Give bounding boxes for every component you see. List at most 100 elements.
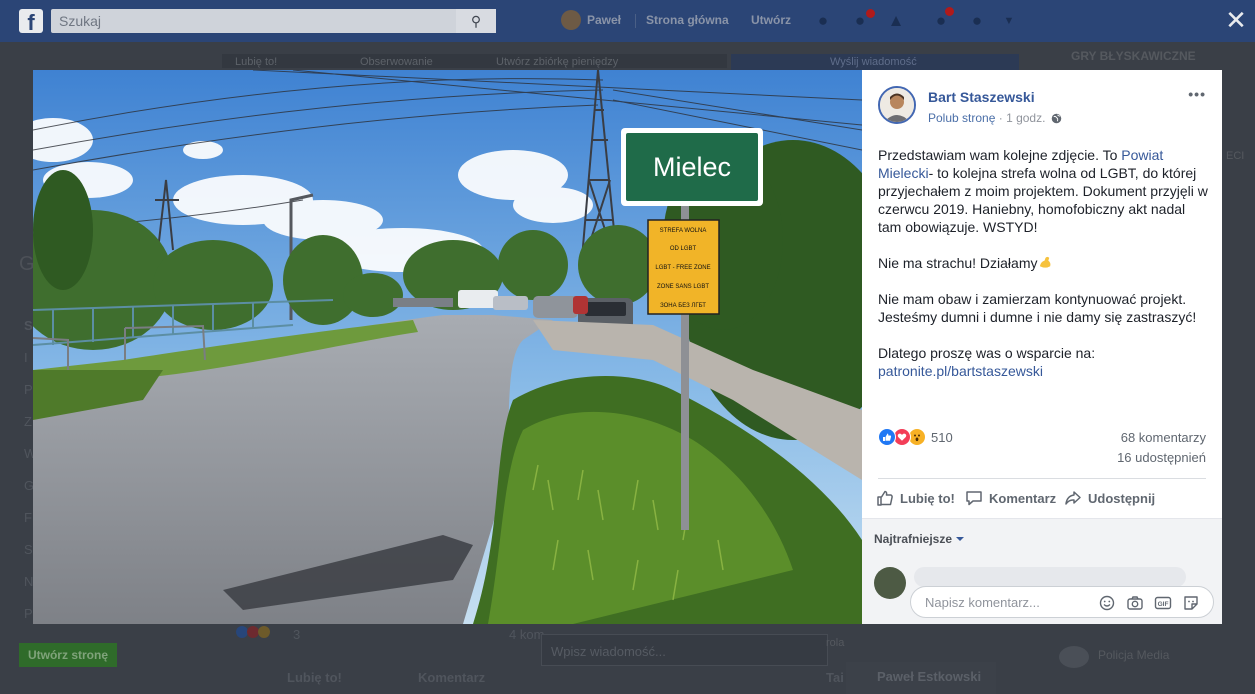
bg-letter: N <box>24 574 34 589</box>
like-reaction-icon <box>878 428 896 446</box>
search-input[interactable]: Szukaj ⚲ <box>51 9 496 33</box>
comment-placeholder: Napisz komentarz... <box>925 595 1040 610</box>
post-text-segment: Nie ma strachu! Działamy <box>878 255 1038 271</box>
post-photo[interactable]: Mielec STREFA WOLNA OD LGBT LGBT - FREE … <box>33 70 862 624</box>
bg-comment-action: Komentarz <box>418 670 486 685</box>
share-button[interactable]: Udostępnij <box>1064 488 1155 508</box>
bg-letter: P <box>24 382 33 397</box>
reaction-count: 510 <box>931 429 953 445</box>
comments-count[interactable]: 68 komentarzy <box>1121 430 1206 445</box>
reactions-summary[interactable]: 510 <box>878 428 953 446</box>
zone-sign-line: LGBT - FREE ZONE <box>655 265 710 271</box>
nav-create[interactable]: Utwórz <box>751 13 791 27</box>
post-text: Przedstawiam wam kolejne zdjęcie. To Pow… <box>878 146 1208 398</box>
commenter-avatar[interactable] <box>874 567 906 599</box>
bg-right-cut: ECI <box>1226 150 1245 162</box>
zone-sign-line: ЗОНА БЕЗ ЛГБТ <box>660 303 706 309</box>
comment-input[interactable]: Napisz komentarz... GIF <box>910 586 1214 618</box>
bg-comments-cut: 4 kom <box>509 627 545 642</box>
bg-police-name: Policja Media <box>1098 648 1170 662</box>
comment-button-label: Komentarz <box>989 490 1057 506</box>
bg-tab-like: Lubię to! <box>235 56 278 68</box>
facebook-logo-icon[interactable]: f <box>19 9 43 33</box>
zone-sign-line: STREFA WOLNA <box>660 228 707 234</box>
author-avatar[interactable] <box>878 86 916 124</box>
chevron-down-icon[interactable]: ▼ <box>999 11 1019 31</box>
notification-badge <box>866 9 875 18</box>
caret-down-icon <box>956 537 965 541</box>
flexed-biceps-emoji-icon <box>1038 255 1053 270</box>
street-scene-image: Mielec STREFA WOLNA OD LGBT LGBT - FREE … <box>33 70 862 624</box>
like-page-link[interactable]: Polub stronę <box>928 111 995 125</box>
gif-label: GIF <box>1158 601 1169 608</box>
sticker-icon[interactable] <box>1182 594 1200 612</box>
divider <box>878 478 1206 479</box>
emoji-icon[interactable] <box>1098 594 1116 612</box>
post-meta: Polub stronę · 1 godz. <box>928 111 1062 127</box>
bg-reaction-count: 3 <box>293 627 301 642</box>
bg-letter: Z <box>24 414 32 429</box>
notifications-icon[interactable]: ▲ <box>886 11 906 31</box>
post-panel: Bart Staszewski Polub stronę · 1 godz. •… <box>862 70 1222 624</box>
top-navigation-bar: f Szukaj ⚲ Paweł Strona główna Utwórz ● … <box>0 0 1255 42</box>
nav-profile[interactable]: Paweł <box>587 13 621 27</box>
post-paragraph: Nie ma strachu! Działamy <box>878 254 1208 272</box>
bg-police-avatar <box>1059 646 1089 668</box>
post-paragraph: Nie mam obaw i zamierzam kontynuować pro… <box>878 290 1208 326</box>
post-text-segment: Przedstawiam wam kolejne zdjęcie. To <box>878 147 1122 163</box>
post-paragraph: Przedstawiam wam kolejne zdjęcie. To Pow… <box>878 146 1208 236</box>
close-icon[interactable]: ✕ <box>1224 7 1248 33</box>
meta-separator: · <box>998 111 1003 125</box>
post-text-segment: Dlatego proszę was o wsparcie na: <box>878 345 1096 361</box>
gif-icon[interactable]: GIF <box>1154 594 1172 612</box>
author-name[interactable]: Bart Staszewski <box>928 89 1035 105</box>
comment-bubble <box>914 567 1186 587</box>
notification-badge <box>945 7 954 16</box>
avatar[interactable] <box>561 10 581 30</box>
bg-message-placeholder: Wpisz wiadomość... <box>551 644 666 659</box>
help-icon[interactable]: ● <box>967 11 987 31</box>
comment-icon <box>966 491 982 506</box>
comment-button[interactable]: Komentarz <box>965 488 1056 508</box>
town-sign-text: Mielec <box>653 152 731 182</box>
shares-count[interactable]: 16 udostępnień <box>1117 450 1206 465</box>
more-options-icon[interactable]: ••• <box>1188 86 1206 102</box>
bg-send-message: Wyślij wiadomość <box>830 56 917 68</box>
like-button[interactable]: Lubię to! <box>876 488 955 508</box>
camera-icon[interactable] <box>1126 594 1144 612</box>
zone-sign-line: OD LGBT <box>670 246 697 252</box>
share-button-label: Udostępnij <box>1088 490 1156 506</box>
bg-chat-name: Paweł Estkowski <box>877 669 982 684</box>
post-time[interactable]: 1 godz. <box>1006 111 1045 125</box>
zone-sign-line: ZONE SANS LGBT <box>657 284 709 290</box>
bg-like-action: Lubię to! <box>287 670 342 685</box>
nav-divider <box>635 14 636 28</box>
bg-letter: I <box>24 350 28 365</box>
bg-create-page-button: Utwórz stronę <box>19 643 117 667</box>
post-text-segment: Nie mam obaw i zamierzam kontynuować pro… <box>878 291 1197 325</box>
sort-label: Najtrafniejsze <box>874 532 953 546</box>
bg-cut-text2: Tai <box>826 670 844 685</box>
search-icon[interactable]: ⚲ <box>456 9 496 33</box>
comment-sort-dropdown[interactable]: Najtrafniejsze <box>874 532 965 546</box>
bg-wow-reaction-icon <box>258 626 270 638</box>
globe-icon <box>1051 113 1062 127</box>
share-icon <box>1065 491 1081 505</box>
like-button-label: Lubię to! <box>900 490 955 506</box>
bg-letter: S <box>24 318 33 333</box>
bg-bottom-reactions <box>236 626 276 640</box>
bg-tab-fundraiser: Utwórz zbiórkę pieniędzy <box>496 56 619 68</box>
bg-cut-text: rola <box>826 637 845 649</box>
friends-icon[interactable]: ● <box>813 11 833 31</box>
post-paragraph: Dlatego proszę was o wsparcie na: patron… <box>878 344 1208 380</box>
bg-letter: P <box>24 606 33 621</box>
avatar-image <box>880 88 914 122</box>
bg-letter: S <box>24 542 33 557</box>
search-placeholder: Szukaj <box>59 13 102 29</box>
bg-tab-follow: Obserwowanie <box>360 56 433 68</box>
like-icon <box>877 490 893 506</box>
patronite-link[interactable]: patronite.pl/bartstaszewski <box>878 363 1043 379</box>
bg-games-header: GRY BŁYSKAWICZNE <box>1071 49 1196 63</box>
bg-letter: F <box>24 510 32 525</box>
nav-home[interactable]: Strona główna <box>646 13 729 27</box>
